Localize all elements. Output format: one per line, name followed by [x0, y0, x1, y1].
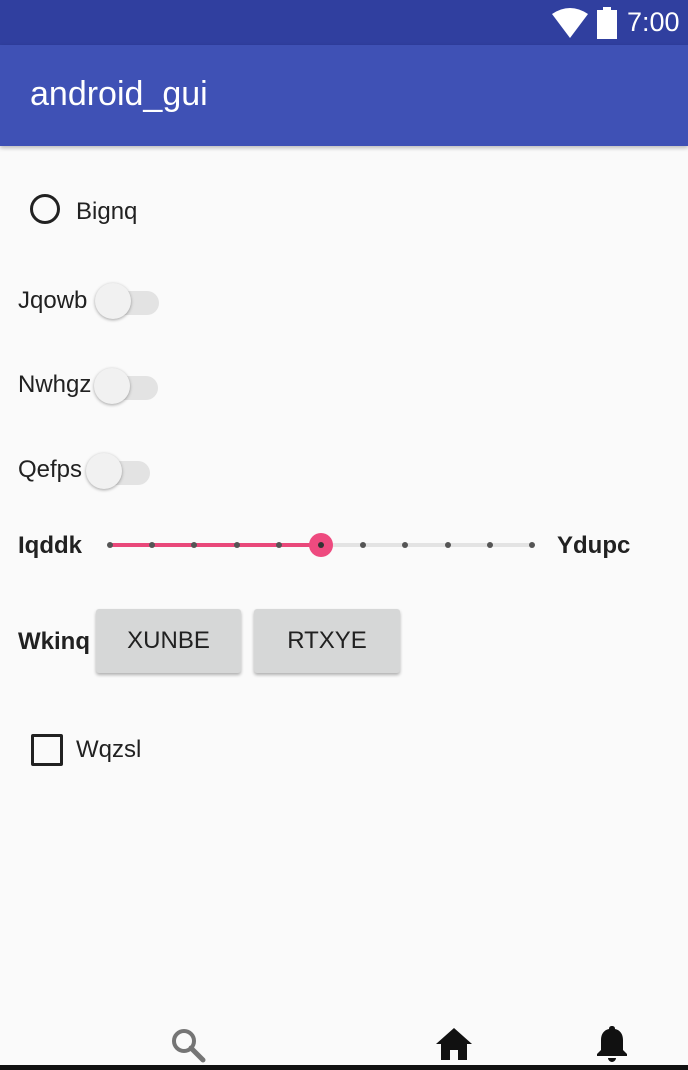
- switch-thumb: [86, 453, 122, 489]
- slider-thumb-center: [318, 542, 324, 548]
- checkbox-box[interactable]: [31, 734, 63, 766]
- app-title: android_gui: [30, 75, 208, 113]
- bottom-edge: [0, 1065, 688, 1070]
- switch-jqowb[interactable]: [95, 279, 159, 319]
- slider-tick: [486, 542, 493, 548]
- bell-icon[interactable]: [596, 1026, 628, 1062]
- app-bar: android_gui: [0, 45, 688, 146]
- slider-min-label: Iqddk: [18, 532, 82, 559]
- switch-label-jqowb: Jqowb: [18, 287, 88, 314]
- switch-label-nwhgz: Nwhgz: [18, 371, 92, 398]
- slider-max-label: Ydupc: [557, 532, 631, 559]
- slider-tick: [444, 542, 451, 548]
- radio-label: Bignq: [76, 198, 138, 225]
- switch-nwhgz[interactable]: [94, 364, 158, 404]
- slider-tick: [233, 542, 240, 548]
- slider-tick: [191, 542, 198, 548]
- discrete-slider[interactable]: [107, 531, 535, 559]
- search-icon[interactable]: [170, 1027, 206, 1063]
- slider-thumb[interactable]: [309, 533, 333, 557]
- slider-track-fill: [110, 543, 321, 547]
- home-icon[interactable]: [436, 1028, 472, 1060]
- button-row-label: Wkinq: [18, 628, 90, 655]
- slider-tick: [107, 542, 113, 548]
- rtxye-button[interactable]: RTXYE: [254, 609, 400, 673]
- status-time: 7:00: [627, 7, 680, 37]
- switch-qefps[interactable]: [86, 449, 150, 489]
- wifi-icon: [552, 8, 588, 38]
- switch-label-qefps: Qefps: [18, 456, 83, 483]
- status-bar: 7:00: [0, 0, 688, 45]
- slider-tick: [360, 542, 367, 548]
- slider-tick: [275, 542, 282, 548]
- bottom-navigation: [0, 1020, 688, 1070]
- radio-circle[interactable]: [30, 194, 60, 224]
- slider-tick: [149, 542, 156, 548]
- battery-icon: [597, 7, 617, 39]
- slider-tick: [402, 542, 409, 548]
- checkbox-label: Wqzsl: [76, 736, 142, 763]
- switch-thumb: [94, 368, 130, 404]
- slider-tick: [529, 542, 535, 548]
- xunbe-button[interactable]: XUNBE: [96, 609, 241, 673]
- switch-thumb: [95, 283, 131, 319]
